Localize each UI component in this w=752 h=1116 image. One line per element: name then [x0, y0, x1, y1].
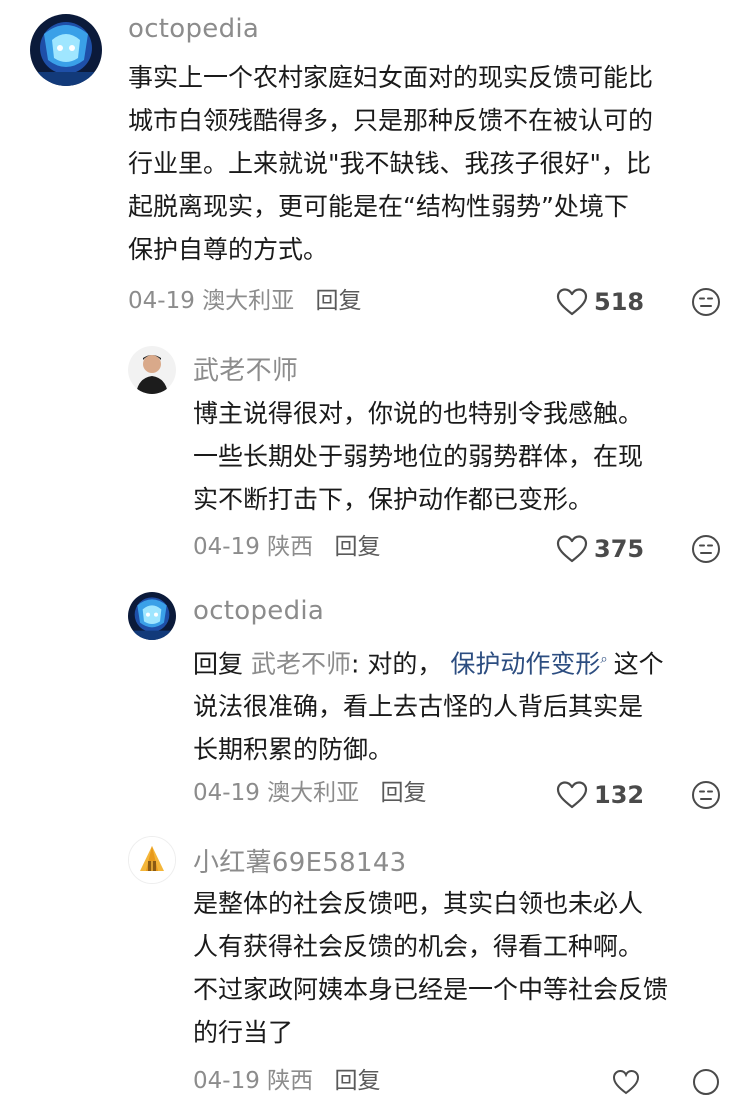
avatar[interactable] [128, 836, 176, 884]
comment-line: 博主说得很对，你说的也特别令我感触。 [193, 399, 644, 428]
like-count: 132 [594, 781, 645, 809]
comment-location: 澳大利亚 [267, 780, 360, 806]
comment-line: 是整体的社会反馈吧，其实白领也未必人 [193, 889, 644, 918]
like-button[interactable]: 518 [556, 285, 644, 319]
heart-icon [556, 288, 588, 316]
comment-line: 说法很准确，看上去古怪的人背后其实是 [193, 692, 644, 722]
comment-meta: 04-19 澳大利亚 回复 [193, 776, 426, 810]
comment-date: 04-19 [193, 534, 260, 560]
neutral-face-icon [692, 288, 720, 316]
like-button[interactable]: 132 [556, 778, 644, 812]
heart-icon [556, 781, 588, 809]
search-link[interactable]: 保护动作变形 [450, 649, 600, 678]
username[interactable]: octopedia [193, 596, 324, 626]
comment-line: 长期积累的防御。 [193, 735, 394, 765]
neutral-face-icon [692, 535, 720, 563]
like-count: 518 [594, 288, 645, 316]
avatar[interactable] [128, 346, 176, 394]
username[interactable]: 小红薯69E58143 [193, 842, 407, 879]
comment-location: 陕西 [267, 1068, 314, 1094]
reply-button[interactable]: 回复 [380, 780, 426, 806]
comment-line: 一些长期处于弱势地位的弱势群体，在现 [193, 442, 644, 471]
comment-line: 保护自尊的方式。 [128, 235, 329, 264]
comment-meta: 04-19 陕西 回复 [193, 1064, 380, 1098]
comment-line: 行业里。上来就说"我不缺钱、我孩子很好"，比 [128, 149, 651, 178]
username[interactable]: 武老不师 [193, 350, 298, 387]
comment-line: 人有获得社会反馈的机会，得看工种啊。 [193, 932, 644, 961]
reply-button[interactable]: 回复 [315, 288, 361, 314]
comment-location: 澳大利亚 [202, 288, 295, 314]
username[interactable]: octopedia [128, 14, 259, 44]
like-count: 375 [594, 535, 645, 563]
avatar[interactable] [128, 592, 176, 640]
avatar[interactable] [30, 14, 102, 86]
neutral-face-icon [692, 781, 720, 809]
comment-line: 实不断打击下，保护动作都已变形。 [193, 485, 594, 514]
reply-colon: : 对的， [350, 649, 443, 679]
comment-line: 城市白领残酷得多，只是那种反馈不在被认可的 [128, 106, 654, 135]
comment-text: 事实上一个农村家庭妇女面对的现实反馈可能比 城市白领残酷得多，只是那种反馈不在被… [128, 56, 653, 271]
comment-line: 事实上一个农村家庭妇女面对的现实反馈可能比 [128, 63, 654, 92]
like-button[interactable]: 375 [556, 532, 644, 566]
like-icon-partial[interactable] [612, 1068, 640, 1096]
comment-meta: 04-19 陕西 回复 [193, 530, 380, 564]
reply-target-user[interactable]: 武老不师 [251, 649, 351, 678]
reply-prefix: 回复 [193, 649, 244, 679]
search-icon[interactable]: ⌕ [600, 652, 607, 667]
dislike-button[interactable] [691, 287, 721, 317]
reply-button[interactable]: 回复 [334, 1068, 380, 1094]
comment-date: 04-19 [193, 780, 260, 806]
reply-button[interactable]: 回复 [334, 534, 380, 560]
comment-line: 回复 武老不师: 对的， 保护动作变形⌕ 这个 [193, 638, 664, 685]
comment-text: 回复 武老不师: 对的， 保护动作变形⌕ 这个 说法很准确，看上去古怪的人背后其实… [193, 638, 664, 771]
heart-icon [556, 535, 588, 563]
comment-line: 不过家政阿姨本身已经是一个中等社会反馈 [193, 975, 669, 1004]
dislike-button[interactable] [691, 534, 721, 564]
comment-line: 的行当了 [193, 1018, 294, 1047]
dislike-button[interactable] [691, 780, 721, 810]
comment-location: 陕西 [267, 534, 314, 560]
line-tail: 这个 [613, 649, 664, 679]
comment-meta: 04-19 澳大利亚 回复 [128, 284, 361, 318]
comment-date: 04-19 [193, 1068, 260, 1094]
comment-line: 起脱离现实，更可能是在“结构性弱势”处境下 [128, 192, 629, 221]
comment-date: 04-19 [128, 288, 195, 314]
comment-text: 博主说得很对，你说的也特别令我感触。 一些长期处于弱势地位的弱势群体，在现 实不… [193, 392, 643, 521]
comment-text: 是整体的社会反馈吧，其实白领也未必人 人有获得社会反馈的机会，得看工种啊。 不过… [193, 882, 668, 1054]
dislike-icon-partial[interactable] [692, 1068, 720, 1096]
